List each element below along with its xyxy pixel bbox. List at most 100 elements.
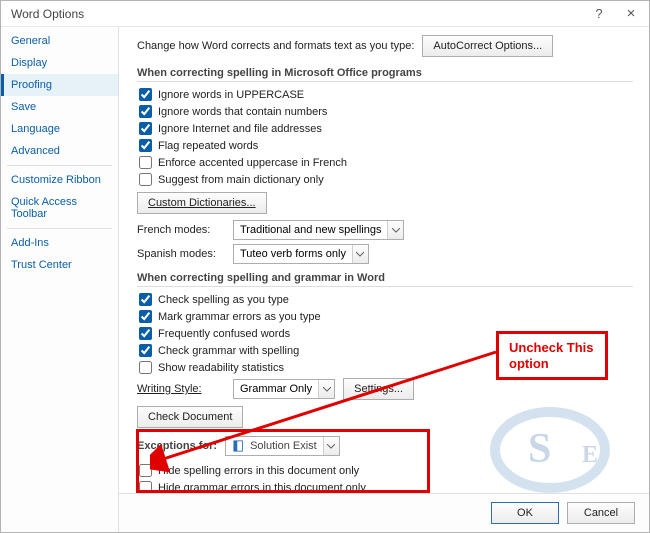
help-button[interactable]: ? xyxy=(583,2,615,26)
checkbox-hide-grammar-errors[interactable] xyxy=(139,481,152,493)
checkbox-flag-repeated[interactable] xyxy=(139,139,152,152)
sidebar-item-save[interactable]: Save xyxy=(1,96,118,118)
intro-row: Change how Word corrects and formats tex… xyxy=(137,35,633,57)
cb-ignore-uppercase: Ignore words in UPPERCASE xyxy=(139,88,633,101)
sidebar: General Display Proofing Save Language A… xyxy=(1,27,119,532)
checkbox-ignore-numbers[interactable] xyxy=(139,105,152,118)
sidebar-item-customize-ribbon[interactable]: Customize Ribbon xyxy=(1,169,118,191)
label-accented-french: Enforce accented uppercase in French xyxy=(158,157,347,169)
cb-grammar-with-spelling: Check grammar with spelling xyxy=(139,344,633,357)
checkbox-mark-grammar[interactable] xyxy=(139,310,152,323)
checkbox-readability[interactable] xyxy=(139,361,152,374)
exceptions-document-dropdown[interactable]: Solution Exist xyxy=(225,436,340,456)
check-document-label: Check Document xyxy=(148,411,232,423)
spanish-modes-row: Spanish modes: Tuteo verb forms only xyxy=(137,244,633,264)
check-document-button[interactable]: Check Document xyxy=(137,406,243,428)
french-modes-dropdown[interactable]: Traditional and new spellings xyxy=(233,220,404,240)
label-grammar-with-spelling: Check grammar with spelling xyxy=(158,345,299,357)
writing-style-dropdown[interactable]: Grammar Only xyxy=(233,379,335,399)
label-hide-grammar-errors: Hide grammar errors in this document onl… xyxy=(158,482,366,494)
custom-dictionaries-label: Custom Dictionaries... xyxy=(148,197,256,209)
intro-text: Change how Word corrects and formats tex… xyxy=(137,40,414,52)
checkbox-check-spelling-type[interactable] xyxy=(139,293,152,306)
french-modes-value: Traditional and new spellings xyxy=(240,224,387,236)
titlebar: Word Options ? × xyxy=(1,1,649,27)
label-main-dict: Suggest from main dictionary only xyxy=(158,174,324,186)
sidebar-item-proofing[interactable]: Proofing xyxy=(1,74,118,96)
custom-dictionaries-button[interactable]: Custom Dictionaries... xyxy=(137,192,267,214)
cb-accented-french: Enforce accented uppercase in French xyxy=(139,156,633,169)
sidebar-item-display[interactable]: Display xyxy=(1,52,118,74)
label-flag-repeated: Flag repeated words xyxy=(158,140,258,152)
label-confused-words: Frequently confused words xyxy=(158,328,290,340)
cb-ignore-numbers: Ignore words that contain numbers xyxy=(139,105,633,118)
writing-style-label: Writing Style: xyxy=(137,383,225,395)
section-head-word-spelling: When correcting spelling and grammar in … xyxy=(137,272,633,287)
check-document-row: Check Document xyxy=(137,406,633,428)
dialog-body: General Display Proofing Save Language A… xyxy=(1,27,649,532)
dialog-footer: OK Cancel xyxy=(119,493,649,532)
checkbox-hide-spelling-errors[interactable] xyxy=(139,464,152,477)
cb-hide-grammar-errors: Hide grammar errors in this document onl… xyxy=(139,481,633,493)
sidebar-item-trust-center[interactable]: Trust Center xyxy=(1,254,118,276)
close-icon: × xyxy=(627,5,636,22)
cb-hide-spelling-errors: Hide spelling errors in this document on… xyxy=(139,464,633,477)
checkbox-grammar-with-spelling[interactable] xyxy=(139,344,152,357)
exceptions-document-value: Solution Exist xyxy=(246,440,323,452)
checkbox-accented-french[interactable] xyxy=(139,156,152,169)
sidebar-separator xyxy=(7,165,112,166)
main-panel: Change how Word corrects and formats tex… xyxy=(119,27,649,532)
word-doc-icon xyxy=(232,439,246,453)
cancel-button[interactable]: Cancel xyxy=(567,502,635,524)
cb-confused-words: Frequently confused words xyxy=(139,327,633,340)
autocorrect-options-label: AutoCorrect Options... xyxy=(433,40,542,52)
section-head-office-spelling: When correcting spelling in Microsoft Of… xyxy=(137,67,633,82)
spanish-modes-dropdown[interactable]: Tuteo verb forms only xyxy=(233,244,369,264)
close-button[interactable]: × xyxy=(615,2,647,26)
french-modes-row: French modes: Traditional and new spelli… xyxy=(137,220,633,240)
ok-button[interactable]: OK xyxy=(491,502,559,524)
writing-style-value: Grammar Only xyxy=(240,383,318,395)
help-icon: ? xyxy=(595,6,602,21)
sidebar-item-language[interactable]: Language xyxy=(1,118,118,140)
sidebar-separator xyxy=(7,228,112,229)
label-hide-spelling-errors: Hide spelling errors in this document on… xyxy=(158,465,359,477)
settings-label: Settings... xyxy=(354,383,403,395)
cb-check-spelling-type: Check spelling as you type xyxy=(139,293,633,306)
label-ignore-internet: Ignore Internet and file addresses xyxy=(158,123,322,135)
checkbox-main-dict[interactable] xyxy=(139,173,152,186)
sidebar-item-advanced[interactable]: Advanced xyxy=(1,140,118,162)
chevron-down-icon xyxy=(352,245,368,263)
checkbox-confused-words[interactable] xyxy=(139,327,152,340)
writing-style-row: Writing Style: Grammar Only Settings... xyxy=(137,378,633,400)
sidebar-item-general[interactable]: General xyxy=(1,30,118,52)
chevron-down-icon xyxy=(318,380,334,398)
cb-ignore-internet: Ignore Internet and file addresses xyxy=(139,122,633,135)
autocorrect-options-button[interactable]: AutoCorrect Options... xyxy=(422,35,553,57)
options-scrollpane[interactable]: Change how Word corrects and formats tex… xyxy=(119,27,649,493)
label-check-spelling-type: Check spelling as you type xyxy=(158,294,289,306)
sidebar-item-quick-access-toolbar[interactable]: Quick Access Toolbar xyxy=(1,191,118,225)
cb-mark-grammar: Mark grammar errors as you type xyxy=(139,310,633,323)
word-options-dialog: Word Options ? × General Display Proofin… xyxy=(0,0,650,533)
checkbox-ignore-internet[interactable] xyxy=(139,122,152,135)
french-modes-label: French modes: xyxy=(137,224,225,236)
settings-button[interactable]: Settings... xyxy=(343,378,414,400)
label-ignore-uppercase: Ignore words in UPPERCASE xyxy=(158,89,304,101)
exceptions-label: Exceptions for: xyxy=(137,440,217,452)
cancel-label: Cancel xyxy=(584,507,618,519)
custom-dict-row: Custom Dictionaries... xyxy=(137,192,633,214)
checkbox-ignore-uppercase[interactable] xyxy=(139,88,152,101)
cb-flag-repeated: Flag repeated words xyxy=(139,139,633,152)
label-ignore-numbers: Ignore words that contain numbers xyxy=(158,106,327,118)
chevron-down-icon xyxy=(387,221,403,239)
chevron-down-icon xyxy=(323,437,339,455)
section-head-exceptions: Exceptions for: Solution Exist xyxy=(137,436,633,458)
window-title: Word Options xyxy=(11,7,583,21)
cb-readability: Show readability statistics xyxy=(139,361,633,374)
label-mark-grammar: Mark grammar errors as you type xyxy=(158,311,321,323)
spanish-modes-label: Spanish modes: xyxy=(137,248,225,260)
sidebar-item-addins[interactable]: Add-Ins xyxy=(1,232,118,254)
ok-label: OK xyxy=(517,507,533,519)
label-readability: Show readability statistics xyxy=(158,362,284,374)
